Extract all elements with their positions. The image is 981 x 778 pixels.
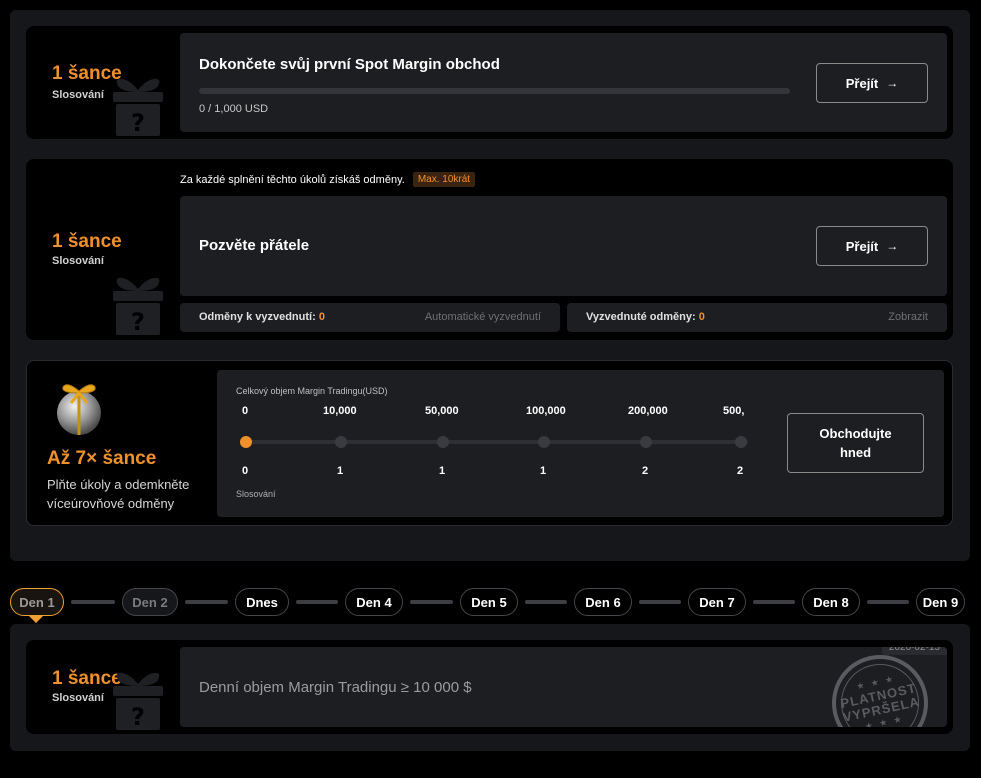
claimable-label: Odměny k vyzvednutí: xyxy=(199,311,316,323)
chance-count: 1 šance xyxy=(52,231,122,252)
day-tab[interactable]: Den 6 xyxy=(574,588,632,616)
tier-level-label: 50,000 xyxy=(425,405,459,417)
expired-stamp: ★ ★ ★ PLATNOST VYPRŠELA ★ ★ ★ xyxy=(823,647,937,727)
repeat-note-text: Za každé splnění těchto úkolů získáš odm… xyxy=(180,173,405,186)
tier-dot xyxy=(735,436,747,448)
claimed-label: Vyzvednuté odměny: xyxy=(586,311,696,323)
repeat-note: Za každé splnění těchto úkolů získáš odm… xyxy=(180,172,476,187)
gift-box-icon: ? xyxy=(113,78,163,136)
tier-dot xyxy=(437,436,449,448)
tier-draws-value: 1 xyxy=(439,465,446,477)
day-connector xyxy=(185,600,228,604)
axis-label: Celkový objem Margin Tradingu(USD) xyxy=(236,386,388,396)
tiered-description: Plňte úkoly a odemkněte víceúrovňové odm… xyxy=(47,477,190,511)
go-button-label: Přejít xyxy=(845,238,879,254)
day-tab[interactable]: Den 9 xyxy=(916,588,965,616)
svg-text:?: ? xyxy=(131,308,145,335)
tier-dot xyxy=(335,436,347,448)
draw-label: Slosování xyxy=(52,89,104,101)
tier-dot xyxy=(538,436,550,448)
day-connector xyxy=(71,600,115,604)
tier-draws-value: 2 xyxy=(642,465,649,477)
arrow-right-icon: → xyxy=(886,76,899,90)
task-panel: Dokončete svůj první Spot Margin obchod … xyxy=(180,33,947,132)
task-title: Denní objem Margin Tradingu ≥ 10 000 $ xyxy=(199,679,472,696)
day-connector xyxy=(867,600,909,604)
task-title: Dokončete svůj první Spot Margin obchod xyxy=(199,56,500,73)
go-button[interactable]: Přejít → xyxy=(816,63,928,103)
task-card-first-trade: 1 šance Slosování ? Dokončete svůj první… xyxy=(26,26,953,139)
day-tab[interactable]: Den 1 xyxy=(10,588,64,616)
day-tab[interactable]: Den 2 xyxy=(122,588,178,616)
tier-chart: 0 0 10,000 1 50,000 1 100,000 1 200,000 2 500, 2 xyxy=(236,398,748,484)
tier-level-label: 100,000 xyxy=(526,405,566,417)
gift-box-icon: ? xyxy=(113,277,163,335)
claimable-value: 0 xyxy=(318,311,325,323)
task-card-invite: 1 šance Slosování ? Za každé splnění těc… xyxy=(26,159,953,340)
day-connector xyxy=(525,600,567,604)
tier-level-label: 500, xyxy=(723,405,745,417)
svg-text:?: ? xyxy=(131,109,145,136)
day-tab[interactable]: Den 5 xyxy=(460,588,518,616)
claimable-rewards-bar: Odměny k vyzvednutí: 0 Automatické vyzve… xyxy=(180,303,560,332)
max-chances: Až 7× šance xyxy=(47,448,157,469)
show-link[interactable]: Zobrazit xyxy=(888,311,928,323)
claimed-rewards: Vyzvednuté odměny: 0 xyxy=(586,311,705,323)
draw-label: Slosování xyxy=(52,692,104,704)
claimed-value: 0 xyxy=(698,311,705,323)
trade-now-button[interactable]: Obchodujte hned xyxy=(787,413,924,473)
day-tab[interactable]: Den 8 xyxy=(802,588,860,616)
trade-now-label: Obchodujte hned xyxy=(819,426,892,460)
tier-track xyxy=(242,440,748,444)
day-connector xyxy=(410,600,453,604)
date-badge: 2026-02-15 xyxy=(881,647,947,655)
day-tab[interactable]: Den 4 xyxy=(345,588,403,616)
tier-draws-value: 0 xyxy=(242,465,249,477)
tier-level-label: 200,000 xyxy=(628,405,668,417)
task-card-daily: 1 šance Slosování ? Denní objem Margin T… xyxy=(26,640,953,734)
arrow-right-icon: → xyxy=(886,239,899,253)
auto-claim-link[interactable]: Automatické vyzvednutí xyxy=(425,311,541,323)
gift-box-icon: ? xyxy=(113,672,163,730)
tier-dot xyxy=(640,436,652,448)
active-day-pointer-icon xyxy=(28,615,44,623)
claimable-rewards: Odměny k vyzvednutí: 0 xyxy=(199,311,325,323)
task-panel: Denní objem Margin Tradingu ≥ 10 000 $ 2… xyxy=(180,647,947,727)
draw-label: Slosování xyxy=(52,255,104,267)
tier-dot-current xyxy=(240,436,252,448)
day-connector xyxy=(753,600,795,604)
tier-level-label: 10,000 xyxy=(323,405,357,417)
tier-draws-value: 2 xyxy=(737,465,744,477)
progress-track xyxy=(199,88,790,94)
svg-text:?: ? xyxy=(131,703,145,730)
day-connector xyxy=(296,600,338,604)
go-button-label: Přejít xyxy=(845,75,879,91)
day-tab[interactable]: Den 7 xyxy=(688,588,746,616)
tier-level-label: 0 xyxy=(242,405,249,417)
day-connector xyxy=(639,600,681,604)
progress-text: 0 / 1,000 USD xyxy=(199,103,269,115)
go-button[interactable]: Přejít → xyxy=(816,226,928,266)
tier-draws-value: 1 xyxy=(540,465,547,477)
task-title: Pozvěte přátele xyxy=(199,237,310,254)
tier-draws-value: 1 xyxy=(337,465,344,477)
draws-axis-label: Slosování xyxy=(236,489,276,499)
day-tab[interactable]: Dnes xyxy=(235,588,289,616)
gift-ball-icon xyxy=(57,384,101,435)
task-panel: Pozvěte přátele Přejít → xyxy=(180,196,947,296)
max-times-badge: Max. 10krát xyxy=(412,172,476,187)
claimed-rewards-bar: Vyzvednuté odměny: 0 Zobrazit xyxy=(567,303,947,332)
